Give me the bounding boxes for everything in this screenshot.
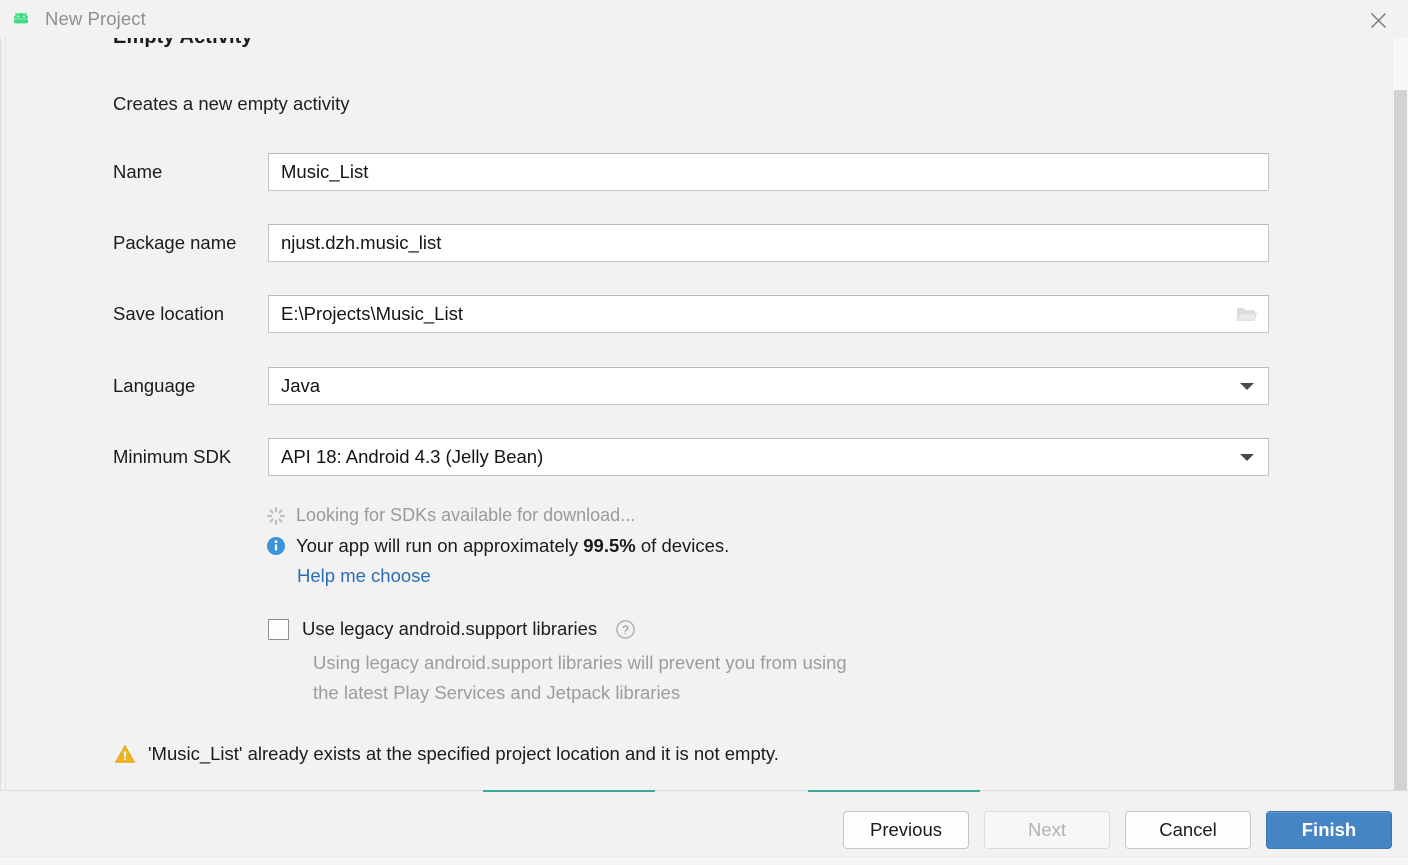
language-selected-value: Java: [281, 375, 321, 396]
info-icon: [266, 536, 286, 556]
content-left-border-2: [5, 38, 6, 790]
previous-button[interactable]: Previous: [843, 811, 969, 849]
background-tab-indicators: [0, 790, 1408, 793]
language-field-wrapper: Java: [268, 367, 1269, 405]
field-row-language: Language Java: [113, 367, 1269, 405]
device-coverage-percent: 99.5%: [583, 535, 636, 556]
field-row-save-location: Save location: [113, 295, 1269, 333]
name-input[interactable]: [268, 153, 1269, 191]
legacy-libraries-checkbox[interactable]: [268, 618, 289, 640]
finish-button[interactable]: Finish: [1266, 811, 1392, 849]
package-name-field-wrapper: [268, 224, 1269, 262]
question-mark-icon[interactable]: ?: [615, 619, 636, 640]
legacy-libraries-description: Using legacy android.support libraries w…: [313, 648, 1013, 708]
minimum-sdk-field-wrapper: API 18: Android 4.3 (Jelly Bean): [268, 438, 1269, 476]
label-package-name: Package name: [113, 232, 237, 253]
vertical-scrollbar-thumb[interactable]: [1394, 90, 1407, 790]
dialog-content-area: Empty Activity Creates a new empty activ…: [0, 38, 1408, 790]
label-name: Name: [113, 161, 163, 182]
save-location-input[interactable]: [268, 295, 1269, 333]
label-save-location: Save location: [113, 303, 225, 324]
background-tab-indicator-1: [483, 790, 655, 792]
dialog-titlebar: New Project: [0, 0, 1408, 39]
vertical-scrollbar-track[interactable]: [1392, 38, 1408, 790]
package-name-input[interactable]: [268, 224, 1269, 262]
sdk-search-text: Looking for SDKs available for download.…: [296, 505, 636, 525]
cancel-button[interactable]: Cancel: [1125, 811, 1251, 849]
legacy-desc-line-2: the latest Play Services and Jetpack lib…: [313, 682, 681, 703]
device-coverage-text: Your app will run on approximately 99.5%…: [296, 535, 729, 557]
name-field-wrapper: [268, 153, 1269, 191]
dialog-footer: Previous Next Cancel Finish: [0, 790, 1408, 865]
minimum-sdk-dropdown[interactable]: API 18: Android 4.3 (Jelly Bean): [268, 438, 1269, 476]
minimum-sdk-selected-value: API 18: Android 4.3 (Jelly Bean): [281, 446, 544, 467]
validation-warning-text: 'Music_List' already exists at the speci…: [148, 743, 779, 764]
content-left-border: [0, 38, 1, 790]
loading-spinner-icon: [266, 506, 286, 526]
label-language: Language: [113, 375, 196, 396]
next-button[interactable]: Next: [984, 811, 1110, 849]
close-icon[interactable]: [1366, 8, 1390, 32]
android-robot-icon: [11, 9, 31, 29]
new-project-dialog: New Project Empty Activity Creates a new…: [0, 0, 1408, 865]
background-tab-indicator-2: [808, 790, 980, 792]
save-location-field-wrapper: [268, 295, 1269, 333]
field-row-name: Name: [113, 153, 1269, 191]
chevron-down-icon: [1240, 383, 1254, 390]
warning-triangle-icon: [114, 744, 136, 764]
help-me-choose-link[interactable]: Help me choose: [297, 565, 431, 587]
legacy-desc-line-1: Using legacy android.support libraries w…: [313, 652, 847, 673]
field-row-minimum-sdk: Minimum SDK API 18: Android 4.3 (Jelly B…: [113, 438, 1269, 476]
device-coverage-suffix: of devices.: [640, 535, 730, 556]
device-coverage-prefix: Your app will run on approximately: [296, 535, 579, 556]
sdk-search-status: Looking for SDKs available for download.…: [266, 505, 635, 526]
chevron-down-icon: [1240, 454, 1254, 461]
legacy-libraries-row[interactable]: Use legacy android.support libraries ?: [268, 618, 636, 640]
page-title: Empty Activity: [113, 38, 253, 49]
dialog-button-row: Previous Next Cancel Finish: [843, 811, 1392, 849]
field-row-package-name: Package name: [113, 224, 1269, 262]
svg-text:?: ?: [622, 625, 628, 637]
validation-warning: 'Music_List' already exists at the speci…: [114, 743, 779, 765]
page-description: Creates a new empty activity: [113, 93, 350, 114]
language-dropdown[interactable]: Java: [268, 367, 1269, 405]
device-coverage-status: Your app will run on approximately 99.5%…: [266, 535, 729, 557]
dialog-title: New Project: [45, 8, 146, 29]
label-minimum-sdk: Minimum SDK: [113, 446, 232, 467]
legacy-libraries-label: Use legacy android.support libraries: [302, 618, 598, 639]
